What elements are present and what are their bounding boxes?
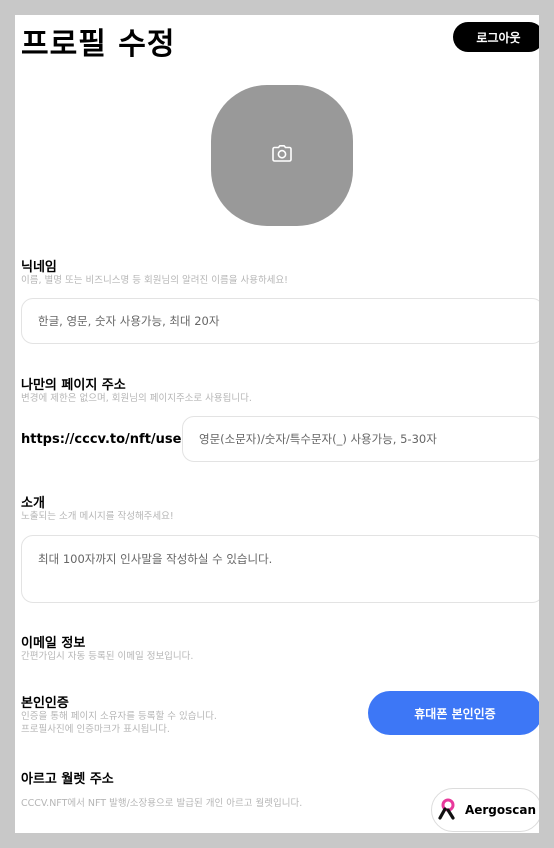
page-address-prefix: https://cccv.to/nft/user/	[21, 432, 193, 447]
verification-help-1: 인증을 통해 페이지 소유자를 등록할 수 있습니다.	[21, 711, 217, 722]
phone-verification-button[interactable]: 휴대폰 본인인증	[368, 691, 539, 735]
logout-button[interactable]: 로그아웃	[453, 22, 539, 52]
page-address-help: 변경에 제한은 없으며, 회원님의 페이지주소로 사용됩니다.	[21, 393, 252, 404]
page-title: 프로필 수정	[21, 27, 176, 62]
nickname-label: 닉네임	[21, 260, 57, 275]
verification-help-2: 프로필사진에 인증마크가 표시됩니다.	[21, 724, 170, 735]
page-address-label: 나만의 페이지 주소	[21, 378, 126, 393]
nickname-input[interactable]: 한글, 영문, 숫자 사용가능, 최대 20자	[21, 298, 539, 344]
intro-textarea[interactable]: 최대 100자까지 인사말을 작성하실 수 있습니다.	[21, 535, 539, 603]
aergoscan-label: Aergoscan	[464, 803, 537, 817]
nickname-help: 이름, 별명 또는 비즈니스명 등 회원님의 알려진 이름을 사용하세요!	[21, 275, 288, 286]
intro-label: 소개	[21, 496, 45, 511]
email-help: 간편가입시 자동 등록된 이메일 정보입니다.	[21, 651, 194, 662]
profile-edit-page: 프로필 수정 로그아웃 닉네임 이름, 별명 또는 비즈니스명 등 회원님의 알…	[15, 15, 539, 833]
verification-label: 본인인증	[21, 696, 69, 711]
page-address-input[interactable]: 영문(소문자)/숫자/특수문자(_) 사용가능, 5-30자	[182, 416, 539, 462]
camera-icon	[272, 145, 292, 166]
aergoscan-button[interactable]: Aergoscan	[431, 788, 539, 832]
intro-help: 노출되는 소개 메시지를 작성해주세요!	[21, 511, 174, 522]
profile-image-upload[interactable]	[211, 85, 353, 226]
aergo-logo-icon	[437, 798, 457, 823]
wallet-help: CCCV.NFT에서 NFT 발행/소장용으로 발급된 개인 아르고 월렛입니다…	[21, 798, 303, 809]
email-label: 이메일 정보	[21, 636, 86, 651]
wallet-label: 아르고 월렛 주소	[21, 772, 114, 787]
